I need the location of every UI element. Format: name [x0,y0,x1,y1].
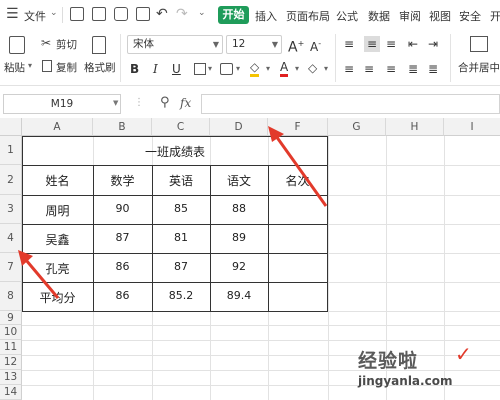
indent-increase-icon[interactable]: ⇥ [428,36,438,52]
underline-icon[interactable]: U [172,61,181,77]
justify-icon[interactable]: ≣ [408,61,418,77]
align-left-icon[interactable]: ≡ [344,61,354,77]
print-preview-icon[interactable] [136,7,150,21]
font-size-select[interactable]: 12 ▼ [226,35,282,54]
font-size-value: 12 [232,38,246,50]
paste-icon[interactable] [9,36,25,54]
align-center-icon[interactable]: ≡ [364,61,374,77]
format-painter-button[interactable]: 格式刷 [84,60,116,75]
tab-view[interactable]: 视图 [429,8,451,24]
watermark-title: 经验啦 [358,350,419,372]
hamburger-menu-icon[interactable]: ☰ [6,6,19,22]
print-icon[interactable] [114,7,128,21]
merge-center-button[interactable]: 合并居中 [458,60,500,75]
menu-bar: ☰ 文件 ⌄ ↶ ↷ ⌄ 开始 插入 页面布局 公式 数据 审阅 视图 安全 开 [0,0,500,30]
border-icon[interactable] [194,63,206,75]
paste-dropdown-icon[interactable]: ▾ [28,61,32,70]
tab-insert[interactable]: 插入 [255,8,277,24]
tab-review[interactable]: 审阅 [399,8,421,24]
bold-icon[interactable]: B [130,61,139,77]
drag-handle-icon[interactable]: ⋮ [134,97,144,108]
font-name-select[interactable]: 宋体 ▼ [127,35,223,54]
tab-security[interactable]: 安全 [459,8,481,24]
watermark-url: jingyanla.com [358,374,453,388]
redo-icon[interactable]: ↷ [176,6,188,22]
cell-reference: M19 [50,98,74,110]
spreadsheet-grid: A B C D F G H I 1 2 3 4 7 8 9 10 11 12 1… [0,118,500,400]
checkmark-icon: ✓ [455,342,472,366]
formula-bar: M19 ▼ ⋮ ⚲ fx [0,90,500,118]
clear-format-icon[interactable]: ◇ [308,61,317,75]
align-right-icon[interactable]: ≡ [386,61,396,77]
zoom-search-icon[interactable]: ⚲ [160,95,170,110]
increase-font-icon[interactable]: A+ [288,36,304,56]
export-icon[interactable] [92,7,106,21]
font-color-dropdown-icon[interactable]: ▾ [295,64,299,73]
chevron-down-icon: ▼ [271,40,278,49]
border-dropdown-icon[interactable]: ▾ [208,64,212,73]
divider [120,34,121,82]
format-painter-icon[interactable] [92,36,106,54]
cut-button[interactable]: 剪切 [56,37,77,52]
chevron-down-icon: ▼ [212,40,219,49]
font-name-value: 宋体 [133,38,154,50]
name-box-dropdown-icon[interactable]: ▼ [113,99,118,107]
undo-icon[interactable]: ↶ [156,6,168,22]
ribbon: 粘贴 ▾ ✂ 剪切 复制 格式刷 宋体 ▼ 12 ▼ A+ A- B I U ▾… [0,30,500,86]
save-icon[interactable] [70,7,84,21]
copy-icon[interactable] [42,60,52,72]
fill-color-icon[interactable]: ◇ [250,61,260,77]
file-dropdown-icon[interactable]: ⌄ [50,8,58,18]
paste-button[interactable]: 粘贴 [4,60,25,75]
align-bottom-icon[interactable]: ≡ [386,36,396,52]
file-menu[interactable]: 文件 [24,8,46,24]
arrow-to-column-header [268,126,328,207]
tab-developer[interactable]: 开 [490,8,500,24]
indent-decrease-icon[interactable]: ⇤ [408,36,418,52]
fx-icon[interactable]: fx [180,96,191,110]
quick-access-dropdown-icon[interactable]: ⌄ [198,8,206,18]
tab-formulas[interactable]: 公式 [336,8,358,24]
annotation-arrows [18,126,328,299]
arrow-to-row-header [18,250,60,299]
distribute-icon[interactable]: ≣ [428,61,438,77]
clear-format-dropdown-icon[interactable]: ▾ [324,64,328,73]
merge-center-icon[interactable] [470,36,488,52]
name-box[interactable]: M19 [3,94,121,114]
align-top-icon[interactable]: ≡ [344,36,354,52]
fill-style-icon[interactable] [220,63,233,75]
divider [335,34,336,82]
copy-button[interactable]: 复制 [56,60,77,75]
fill-color-dropdown-icon[interactable]: ▾ [266,64,270,73]
tab-home[interactable]: 开始 [218,6,249,24]
italic-icon[interactable]: I [153,61,158,77]
divider [450,34,451,82]
decrease-font-icon[interactable]: A- [310,36,321,54]
formula-input[interactable] [201,94,500,114]
divider [62,7,63,23]
font-color-icon[interactable]: A [280,60,289,77]
fill-style-dropdown-icon[interactable]: ▾ [236,64,240,73]
align-middle-icon[interactable]: ≡ [364,36,380,52]
tab-data[interactable]: 数据 [368,8,390,24]
cut-icon[interactable]: ✂ [41,36,51,50]
tab-page-layout[interactable]: 页面布局 [286,8,330,24]
